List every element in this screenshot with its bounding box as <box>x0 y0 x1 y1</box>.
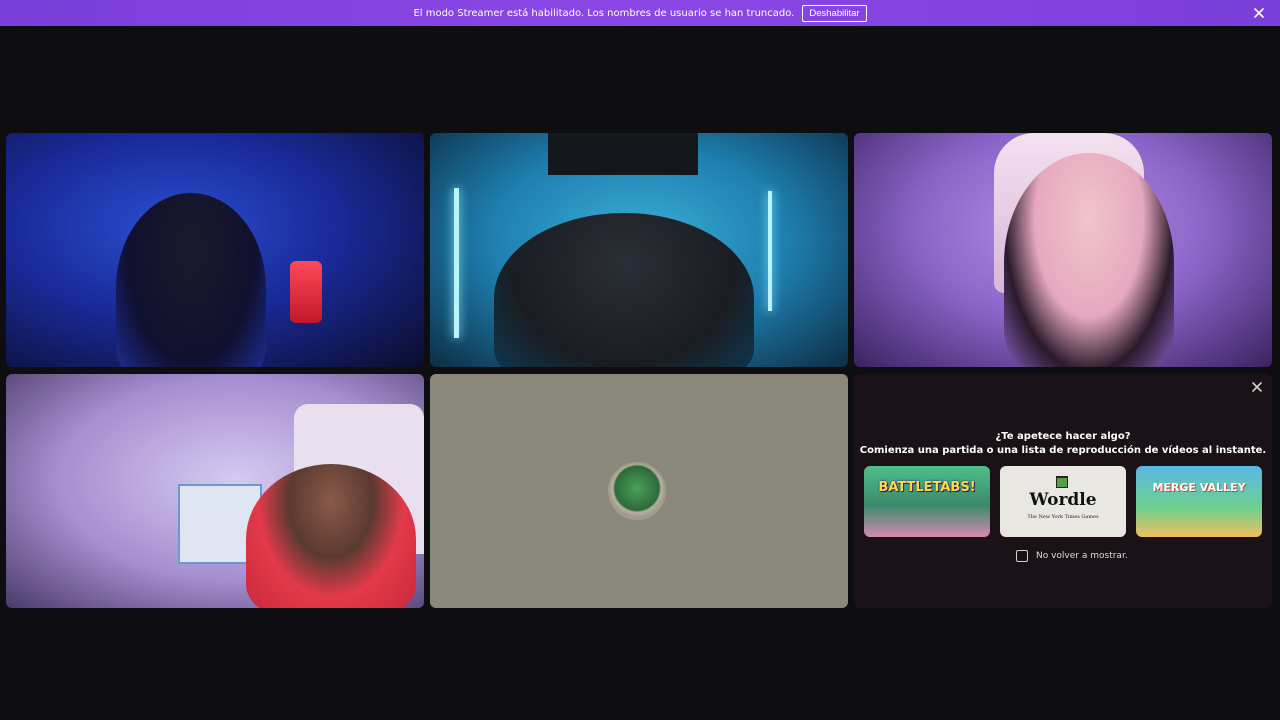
tv-screen <box>548 133 698 175</box>
led-bar-left <box>454 188 459 338</box>
activity-title-line1: ¿Te apetece hacer algo? <box>995 431 1131 442</box>
activity-title-line2: Comienza una partida o una lista de repr… <box>859 445 1267 456</box>
streamer-mode-message: El modo Streamer está habilitado. Los no… <box>413 7 795 19</box>
activity-card-label: MERGE VALLEY <box>1152 481 1246 494</box>
video-tile-2[interactable] <box>430 133 848 367</box>
activity-card-merge-valley[interactable]: MERGE VALLEY <box>1136 466 1262 537</box>
disable-streamer-mode-button[interactable]: Deshabilitar <box>802 4 867 22</box>
activity-panel: ¿Te apetece hacer algo? Comienza una par… <box>854 374 1272 608</box>
participant-avatar <box>608 462 666 520</box>
participant-silhouette <box>116 193 266 367</box>
activity-prompt: ¿Te apetece hacer algo? Comienza una par… <box>854 430 1272 458</box>
participant-silhouette <box>246 464 416 608</box>
participant-silhouette <box>494 213 754 367</box>
activity-cards: BATTLETABS! Wordle The New York Times Ga… <box>864 466 1262 538</box>
dont-show-again-label: No volver a mostrar. <box>1036 551 1128 561</box>
streamer-mode-banner: El modo Streamer está habilitado. Los no… <box>0 0 1280 26</box>
close-icon[interactable] <box>1252 6 1266 20</box>
activity-card-wordle[interactable]: Wordle The New York Times Games <box>1000 466 1126 537</box>
call-grid: ¿Te apetece hacer algo? Comienza una par… <box>0 0 1280 720</box>
microphone-light <box>290 261 322 323</box>
video-tile-1[interactable] <box>6 133 424 367</box>
dont-show-again-row[interactable]: No volver a mostrar. <box>1016 550 1128 562</box>
video-tile-3[interactable] <box>854 133 1272 367</box>
activity-card-label: Wordle <box>1029 490 1097 510</box>
wordle-grid-icon <box>1056 476 1068 488</box>
close-icon[interactable] <box>1250 380 1264 394</box>
activity-card-label: BATTLETABS! <box>878 480 976 495</box>
activity-card-sublabel: The New York Times Games <box>1027 514 1099 520</box>
participant-silhouette <box>1004 153 1174 367</box>
activity-card-battletabs[interactable]: BATTLETABS! <box>864 466 990 537</box>
video-tile-4[interactable] <box>6 374 424 608</box>
dont-show-again-checkbox[interactable] <box>1016 550 1028 562</box>
video-tile-5-avatar[interactable] <box>430 374 848 608</box>
led-bar-right <box>768 191 772 311</box>
